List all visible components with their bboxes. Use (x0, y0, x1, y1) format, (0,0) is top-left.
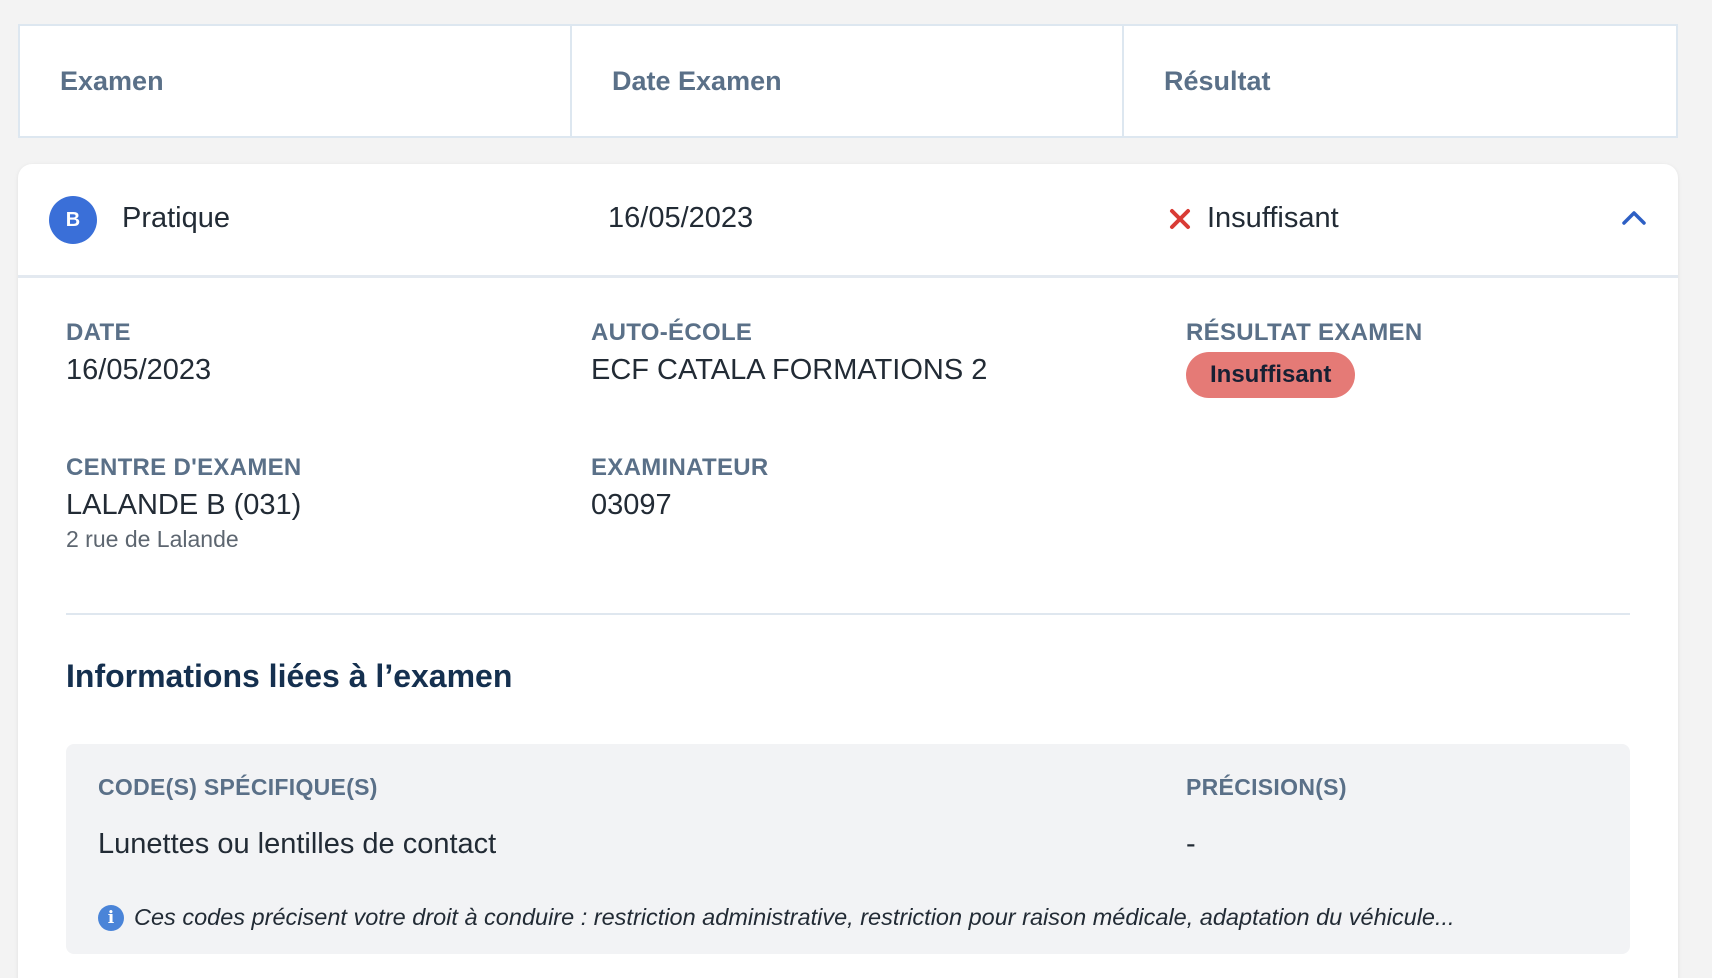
date-label: DATE (66, 319, 131, 346)
exam-center-value: LALANDE B (031) (66, 489, 302, 521)
driving-school-value: ECF CATALA FORMATIONS 2 (591, 354, 988, 386)
column-header-result: Résultat (1164, 65, 1271, 96)
codes-note-text: Ces codes précisent votre droit à condui… (134, 904, 1455, 930)
exam-result: Insuffisant (1207, 202, 1339, 234)
precision-value: - (1186, 828, 1196, 860)
specific-codes-box: CODE(S) SPÉCIFIQUE(S) PRÉCISION(S) Lunet… (66, 744, 1630, 954)
specific-codes-label: CODE(S) SPÉCIFIQUE(S) (98, 774, 378, 800)
driving-school-label: AUTO-ÉCOLE (591, 319, 753, 346)
examiner-label: EXAMINATEUR (591, 454, 769, 481)
exam-row-header[interactable]: B Pratique 16/05/2023 Insuffisant (18, 164, 1678, 278)
examiner-value: 03097 (591, 489, 672, 521)
result-status-badge: Insuffisant (1186, 352, 1356, 398)
column-header-exam: Examen (20, 26, 572, 136)
exam-result-label: RÉSULTAT EXAMEN (1186, 319, 1423, 346)
specific-code-value: Lunettes ou lentilles de contact (98, 828, 497, 860)
exam-center-label: CENTRE D'EXAMEN (66, 454, 302, 481)
exam-type: Pratique (122, 202, 231, 234)
column-header-date: Date Examen (572, 26, 1124, 136)
x-icon (1168, 201, 1198, 235)
exams-table-header: Examen Date Examen Résultat (18, 24, 1678, 138)
date-value: 16/05/2023 (66, 354, 212, 386)
exam-center-address: 2 rue de Lalande (66, 526, 239, 552)
section-title: Informations liées à l’examen (66, 658, 513, 694)
exam-date: 16/05/2023 (608, 202, 754, 234)
precision-label: PRÉCISION(S) (1186, 774, 1347, 800)
codes-note: i Ces codes précisent votre droit à cond… (98, 904, 1455, 931)
section-divider (66, 613, 1630, 615)
category-badge: B (49, 196, 97, 244)
exam-card: B Pratique 16/05/2023 Insuffisant DATE 1… (18, 164, 1678, 978)
chevron-up-icon[interactable] (1618, 202, 1650, 234)
info-icon: i (98, 904, 124, 931)
